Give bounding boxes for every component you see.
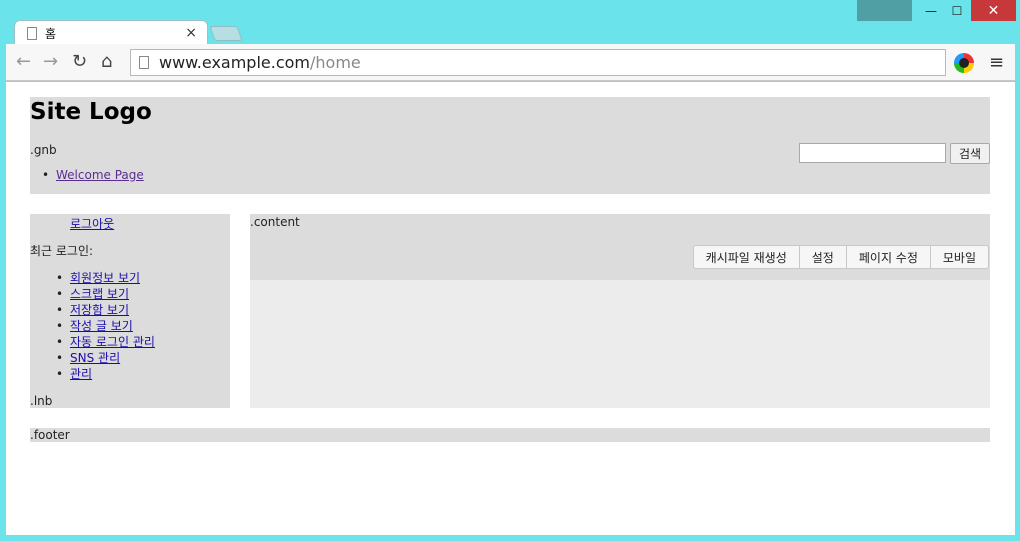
back-icon[interactable]: ← bbox=[16, 52, 31, 72]
search-button[interactable]: 검색 bbox=[950, 143, 990, 164]
lnb-item-sns[interactable]: SNS 관리 bbox=[70, 351, 120, 365]
list-item: 관리 bbox=[56, 366, 155, 382]
lnb-menu: 회원정보 보기 스크랩 보기 저장함 보기 작성 글 보기 자동 로그인 관리 … bbox=[56, 270, 155, 382]
search-input[interactable] bbox=[799, 143, 946, 163]
regenerate-cache-button[interactable]: 캐시파일 재생성 bbox=[692, 245, 799, 269]
content-button-group: 캐시파일 재생성 설정 페이지 수정 모바일 bbox=[692, 245, 989, 269]
new-tab-button[interactable] bbox=[209, 26, 243, 41]
url-path: /home bbox=[310, 53, 361, 72]
content-label: .content bbox=[250, 215, 300, 229]
page-icon bbox=[27, 26, 37, 40]
close-window-button[interactable]: ✕ bbox=[971, 0, 1016, 21]
page-icon bbox=[139, 56, 149, 69]
gnb-label: .gnb bbox=[30, 143, 57, 157]
site-logo[interactable]: Site Logo bbox=[30, 99, 152, 125]
window-inactive-area bbox=[857, 0, 912, 21]
lnb-item-my-posts[interactable]: 작성 글 보기 bbox=[70, 319, 133, 333]
list-item: 회원정보 보기 bbox=[56, 270, 155, 286]
tab-close-icon[interactable]: × bbox=[185, 25, 197, 41]
logout-link[interactable]: 로그아웃 bbox=[70, 215, 114, 232]
edit-page-button[interactable]: 페이지 수정 bbox=[845, 245, 930, 269]
list-item: 자동 로그인 관리 bbox=[56, 334, 155, 350]
menu-icon[interactable]: ≡ bbox=[989, 52, 1004, 73]
site-footer: .footer bbox=[30, 428, 990, 442]
site-header: Site Logo .gnb Welcome Page 검색 bbox=[30, 97, 990, 194]
maximize-button[interactable]: ☐ bbox=[940, 0, 974, 21]
reload-icon[interactable]: ↻ bbox=[72, 52, 87, 72]
lnb-item-saved[interactable]: 저장함 보기 bbox=[70, 303, 129, 317]
lnb-item-admin[interactable]: 관리 bbox=[70, 367, 92, 381]
gnb-menu: Welcome Page bbox=[56, 168, 144, 182]
lnb-label: .lnb bbox=[30, 394, 53, 408]
list-item: SNS 관리 bbox=[56, 350, 155, 366]
window-titlebar: — ☐ ✕ 홈 × bbox=[0, 0, 1020, 45]
tab-title: 홈 bbox=[45, 26, 57, 41]
lnb-item-scrap[interactable]: 스크랩 보기 bbox=[70, 287, 129, 301]
content-area: .content 캐시파일 재생성 설정 페이지 수정 모바일 bbox=[250, 214, 990, 408]
mobile-button[interactable]: 모바일 bbox=[929, 245, 989, 269]
list-item: 저장함 보기 bbox=[56, 302, 155, 318]
gnb-item-welcome-page[interactable]: Welcome Page bbox=[56, 168, 144, 182]
content-header: .content 캐시파일 재생성 설정 페이지 수정 모바일 bbox=[250, 214, 990, 280]
forward-icon[interactable]: → bbox=[43, 52, 58, 72]
local-navigation: 로그아웃 최근 로그인: 회원정보 보기 스크랩 보기 저장함 보기 작성 글 … bbox=[30, 214, 230, 408]
footer-label: .footer bbox=[30, 428, 70, 442]
list-item: 스크랩 보기 bbox=[56, 286, 155, 302]
lnb-item-auto-login[interactable]: 자동 로그인 관리 bbox=[70, 335, 155, 349]
page-viewport: Site Logo .gnb Welcome Page 검색 로그아웃 최근 로… bbox=[6, 82, 1015, 535]
list-item: 작성 글 보기 bbox=[56, 318, 155, 334]
url-host: www.example.com bbox=[159, 53, 310, 72]
home-icon[interactable]: ⌂ bbox=[101, 52, 112, 72]
address-bar[interactable]: www.example.com/home bbox=[130, 49, 946, 76]
browser-tab[interactable]: 홈 × bbox=[14, 20, 208, 45]
settings-button[interactable]: 설정 bbox=[798, 245, 846, 269]
recent-login-label: 최근 로그인: bbox=[30, 244, 94, 258]
extension-icon[interactable] bbox=[954, 53, 974, 73]
browser-toolbar: ← → ↻ ⌂ www.example.com/home ≡ bbox=[6, 44, 1015, 81]
lnb-item-member-info[interactable]: 회원정보 보기 bbox=[70, 271, 140, 285]
